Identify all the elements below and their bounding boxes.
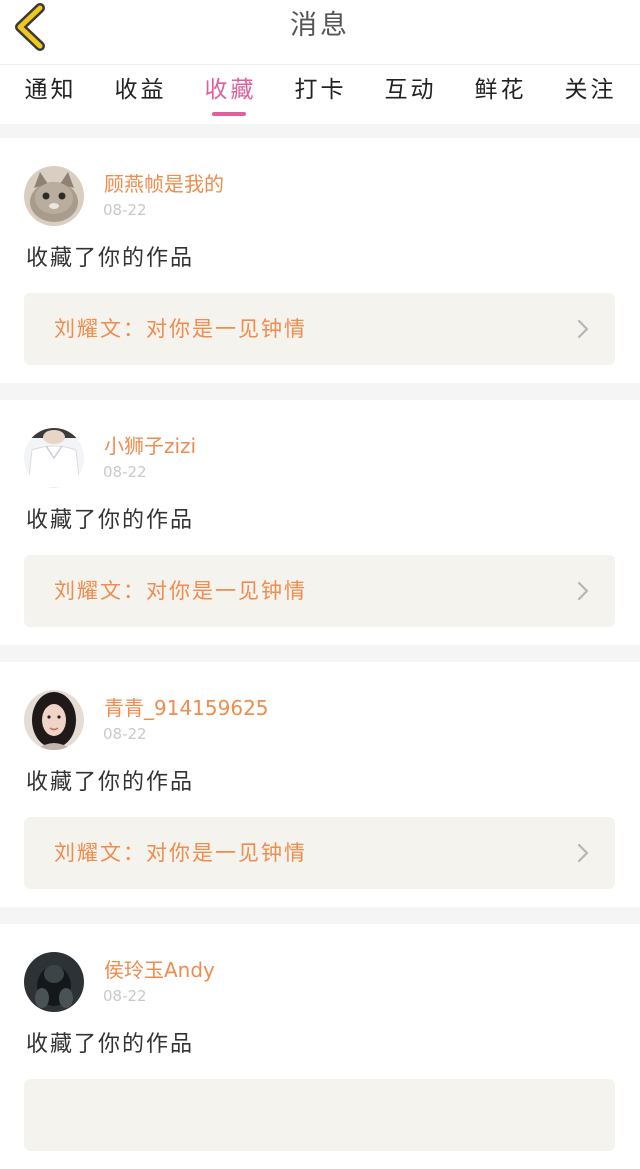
timestamp: 08-22 [103,463,147,481]
active-tab-indicator [212,112,246,116]
avatar-person-image [24,428,84,488]
timestamp: 08-22 [103,725,147,743]
tab-earnings[interactable]: 收益 [94,65,184,125]
avatar[interactable] [24,690,84,750]
chevron-right-icon [577,319,589,339]
tab-label: 关注 [564,77,617,103]
work-title: 刘耀文：对你是一见钟情 [54,841,307,865]
timestamp: 08-22 [103,201,147,219]
avatar-woman-image [24,690,84,750]
tab-label: 收藏 [204,77,257,103]
work-link[interactable]: 刘耀文：对你是一见钟情 [24,293,615,365]
tab-interactions[interactable]: 互动 [364,65,454,125]
chevron-right-icon [577,843,589,863]
back-button[interactable] [10,2,54,52]
avatar[interactable] [24,166,84,226]
list-item: 青青_914159625 08-22 收藏了你的作品 刘耀文：对你是一见钟情 [0,662,640,907]
tab-checkin[interactable]: 打卡 [274,65,364,125]
tab-flowers[interactable]: 鲜花 [454,65,544,125]
work-link[interactable] [24,1079,615,1151]
tab-label: 收益 [114,77,167,103]
tab-label: 鲜花 [474,77,527,103]
tab-following[interactable]: 关注 [544,65,634,125]
username[interactable]: 小狮子zizi [104,434,196,458]
action-text: 收藏了你的作品 [26,1032,195,1057]
tab-bar: 通知 收益 收藏 打卡 互动 鲜花 关注 [0,64,640,124]
work-title: 刘耀文：对你是一见钟情 [54,579,307,603]
username[interactable]: 侯玲玉Andy [104,958,215,982]
timestamp: 08-22 [103,987,147,1005]
tab-label: 互动 [384,77,437,103]
chevron-right-icon [577,581,589,601]
action-text: 收藏了你的作品 [26,246,195,271]
username[interactable]: 顾燕帧是我的 [104,172,224,196]
work-title: 刘耀文：对你是一见钟情 [54,317,307,341]
header-bar: 消息 [0,0,640,64]
action-text: 收藏了你的作品 [26,508,195,533]
work-link[interactable]: 刘耀文：对你是一见钟情 [24,817,615,889]
work-link[interactable]: 刘耀文：对你是一见钟情 [24,555,615,627]
list-item: 小狮子zizi 08-22 收藏了你的作品 刘耀文：对你是一见钟情 [0,400,640,645]
tab-label: 打卡 [294,77,347,103]
tab-notifications[interactable]: 通知 [4,65,94,125]
chevron-left-icon [15,3,45,51]
avatar[interactable] [24,428,84,488]
list-item: 顾燕帧是我的 08-22 收藏了你的作品 刘耀文：对你是一见钟情 [0,138,640,383]
action-text: 收藏了你的作品 [26,770,195,795]
username[interactable]: 青青_914159625 [104,696,269,720]
avatar-dark-image [24,952,84,1012]
page-title: 消息 [290,10,350,41]
tab-favorites[interactable]: 收藏 [184,65,274,125]
avatar[interactable] [24,952,84,1012]
list-item: 侯玲玉Andy 08-22 收藏了你的作品 [0,924,640,1169]
tab-label: 通知 [24,77,77,103]
avatar-cat-image [24,166,84,226]
